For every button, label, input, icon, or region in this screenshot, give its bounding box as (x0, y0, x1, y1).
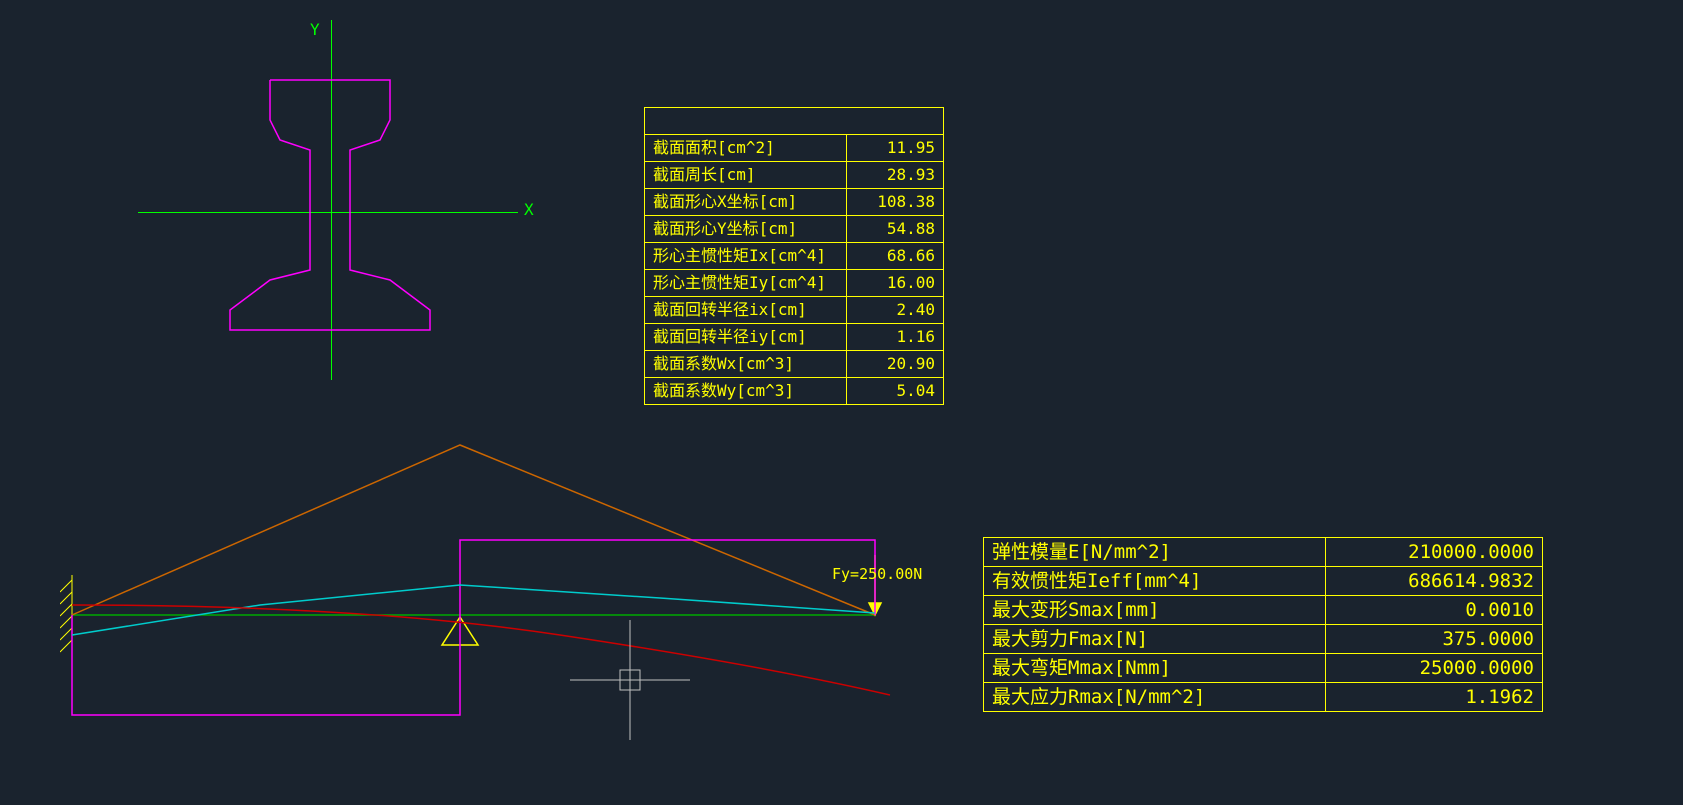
result-label: 最大弯矩Mmax[Nmm] (984, 654, 1326, 683)
property-label: 截面周长[cm] (645, 162, 847, 189)
deflection-curve (72, 585, 875, 635)
property-label: 截面回转半径iy[cm] (645, 324, 847, 351)
result-value: 0.0010 (1326, 596, 1543, 625)
property-label: 截面回转半径ix[cm] (645, 297, 847, 324)
property-label: 截面系数Wy[cm^3] (645, 378, 847, 405)
cursor-crosshair-icon (570, 620, 690, 740)
property-value: 54.88 (847, 216, 944, 243)
table-row: 形心主惯性矩Ix[cm^4]68.66 (645, 243, 944, 270)
property-label: 截面系数Wx[cm^3] (645, 351, 847, 378)
property-label: 截面面积[cm^2] (645, 135, 847, 162)
result-label: 有效惯性矩Ieff[mm^4] (984, 567, 1326, 596)
table-row: 形心主惯性矩Iy[cm^4]16.00 (645, 270, 944, 297)
table-row: 截面回转半径iy[cm]1.16 (645, 324, 944, 351)
fixed-support-icon (60, 575, 72, 655)
property-value: 20.90 (847, 351, 944, 378)
property-value: 28.93 (847, 162, 944, 189)
results-table: 弹性模量E[N/mm^2]210000.0000有效惯性矩Ieff[mm^4]6… (983, 537, 1543, 712)
table-row: 截面系数Wx[cm^3]20.90 (645, 351, 944, 378)
table-row: 截面形心Y坐标[cm]54.88 (645, 216, 944, 243)
property-value: 5.04 (847, 378, 944, 405)
result-label: 最大剪力Fmax[N] (984, 625, 1326, 654)
result-label: 弹性模量E[N/mm^2] (984, 538, 1326, 567)
property-label: 形心主惯性矩Ix[cm^4] (645, 243, 847, 270)
table-row: 最大剪力Fmax[N]375.0000 (984, 625, 1543, 654)
x-axis-label: X (524, 200, 534, 219)
result-label: 最大应力Rmax[N/mm^2] (984, 683, 1326, 712)
property-label: 截面形心Y坐标[cm] (645, 216, 847, 243)
table-row: 最大应力Rmax[N/mm^2]1.1962 (984, 683, 1543, 712)
force-label: Fy=250.00N (832, 565, 922, 583)
stress-curve (72, 605, 890, 695)
table-row: 弹性模量E[N/mm^2]210000.0000 (984, 538, 1543, 567)
table-row: 最大变形Smax[mm]0.0010 (984, 596, 1543, 625)
table-row: 截面回转半径ix[cm]2.40 (645, 297, 944, 324)
property-value: 1.16 (847, 324, 944, 351)
property-value: 108.38 (847, 189, 944, 216)
result-value: 210000.0000 (1326, 538, 1543, 567)
property-value: 11.95 (847, 135, 944, 162)
property-value: 68.66 (847, 243, 944, 270)
table-row: 有效惯性矩Ieff[mm^4]686614.9832 (984, 567, 1543, 596)
table-row: 截面周长[cm]28.93 (645, 162, 944, 189)
table-row: 截面系数Wy[cm^3]5.04 (645, 378, 944, 405)
property-value: 16.00 (847, 270, 944, 297)
property-value: 2.40 (847, 297, 944, 324)
moment-curve (72, 445, 875, 615)
beam-diagram (60, 435, 910, 765)
result-label: 最大变形Smax[mm] (984, 596, 1326, 625)
rail-cross-section (200, 70, 460, 350)
property-label: 形心主惯性矩Iy[cm^4] (645, 270, 847, 297)
section-table-header (645, 108, 944, 135)
property-label: 截面形心X坐标[cm] (645, 189, 847, 216)
result-value: 375.0000 (1326, 625, 1543, 654)
result-value: 686614.9832 (1326, 567, 1543, 596)
result-value: 25000.0000 (1326, 654, 1543, 683)
table-row: 截面面积[cm^2]11.95 (645, 135, 944, 162)
result-value: 1.1962 (1326, 683, 1543, 712)
table-row: 最大弯矩Mmax[Nmm]25000.0000 (984, 654, 1543, 683)
section-properties-table: 截面面积[cm^2]11.95截面周长[cm]28.93截面形心X坐标[cm]1… (644, 107, 944, 405)
y-axis-label: Y (310, 20, 320, 39)
table-row: 截面形心X坐标[cm]108.38 (645, 189, 944, 216)
cad-canvas[interactable]: Y X 截面面积[cm^2]11.95截面周长[cm]28.93截面形心X坐标[… (0, 0, 1683, 805)
